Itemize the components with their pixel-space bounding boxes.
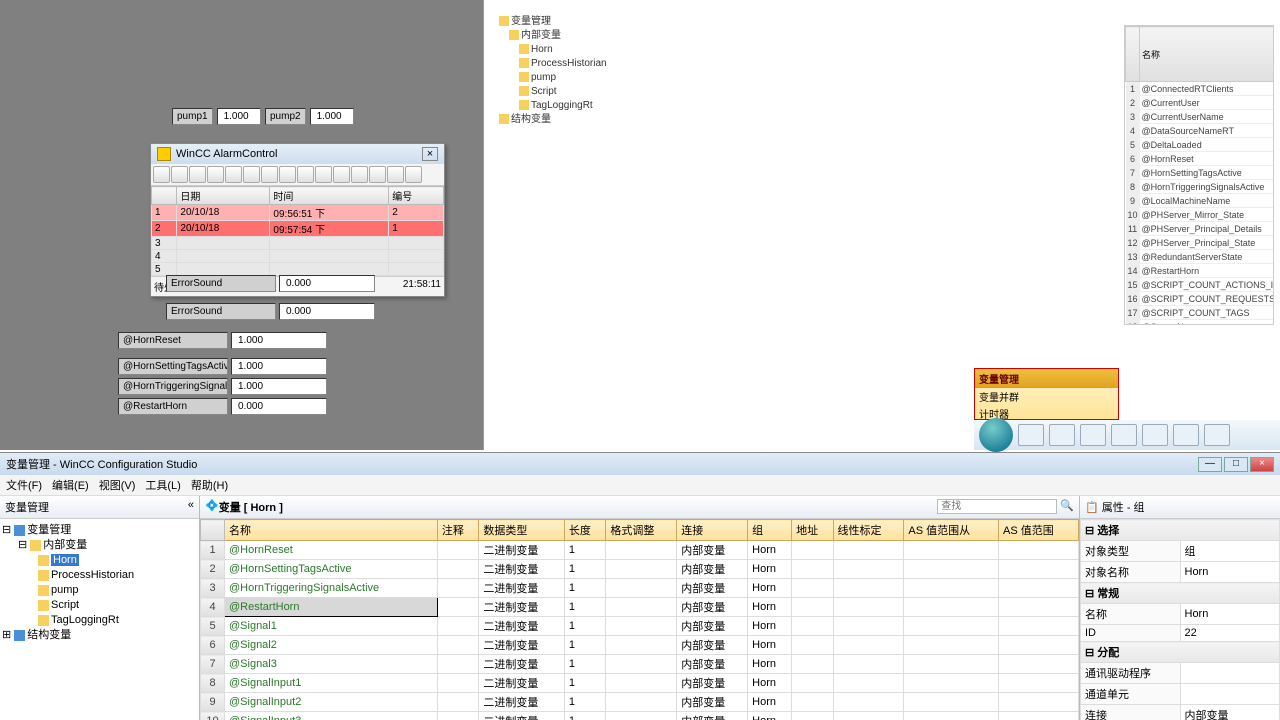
toolbar-button[interactable]: [333, 166, 350, 183]
tag-value[interactable]: 0.000: [279, 275, 375, 292]
tag-label: @HornSettingTagsActive: [118, 358, 228, 375]
tree-item[interactable]: Horn: [51, 554, 79, 566]
tree-item[interactable]: Script: [51, 599, 79, 611]
toolbar-button[interactable]: [297, 166, 314, 183]
start-button[interactable]: [979, 418, 1013, 452]
pump1-label: pump1: [172, 108, 213, 125]
alarm-control-window: WinCC AlarmControl × 日期时间编号 120/10/1809:…: [150, 143, 445, 297]
menu-item[interactable]: 视图(V): [99, 480, 136, 492]
pump2-value[interactable]: 1.000: [310, 108, 354, 125]
bottom-tree-pane[interactable]: 变量管理« ⊟ 变量管理 ⊟ 内部变量HornProcessHistorianp…: [0, 496, 200, 720]
tag-value[interactable]: 0.000: [231, 398, 327, 415]
toolbar-button[interactable]: [279, 166, 296, 183]
toolbar-button[interactable]: [387, 166, 404, 183]
tree-item[interactable]: ProcessHistorian: [51, 569, 134, 581]
tag-value[interactable]: 1.000: [231, 378, 327, 395]
toolbar-button[interactable]: [351, 166, 368, 183]
task-button[interactable]: [1204, 424, 1230, 446]
status-time: 21:58:11: [403, 279, 441, 294]
tag-value[interactable]: 1.000: [231, 332, 327, 349]
toolbar-button[interactable]: [171, 166, 188, 183]
properties-pane[interactable]: 📋 属性 - 组 ⊟ 选择对象类型组对象名称Horn⊟ 常规名称HornID22…: [1080, 496, 1280, 720]
task-button[interactable]: [1049, 424, 1075, 446]
tag-label: ErrorSound: [166, 275, 276, 292]
menu-item[interactable]: 编辑(E): [52, 480, 89, 492]
toolbar-button[interactable]: [243, 166, 260, 183]
tree-item[interactable]: TagLoggingRt: [51, 614, 119, 626]
task-button[interactable]: [1142, 424, 1168, 446]
config-studio-window: 变量管理 - WinCC Configuration Studio — □ × …: [0, 452, 1280, 720]
top-grid[interactable]: 名称注释数据类型长度格式调整连接组地址线性标定1@ConnectedRTClie…: [1124, 25, 1274, 325]
toolbar-button[interactable]: [189, 166, 206, 183]
pump2-label: pump2: [265, 108, 306, 125]
toolbar-button[interactable]: [369, 166, 386, 183]
task-button[interactable]: [1111, 424, 1137, 446]
tag-value[interactable]: 1.000: [231, 358, 327, 375]
alarm-close-button[interactable]: ×: [422, 147, 438, 161]
search-input[interactable]: [937, 499, 1057, 514]
bottom-grid-pane[interactable]: 💠 变量 [ Horn ] 🔍 名称注释数据类型长度格式调整连接组地址线性标定A…: [200, 496, 1080, 720]
tag-label: ErrorSound: [166, 303, 276, 320]
minimize-button[interactable]: —: [1198, 457, 1222, 472]
window-title: 变量管理 - WinCC Configuration Studio: [6, 456, 197, 472]
alarm-title: WinCC AlarmControl: [176, 148, 277, 160]
menu-item[interactable]: 文件(F): [6, 480, 42, 492]
tag-label: @HornTriggeringSignalsActi: [118, 378, 228, 395]
menubar[interactable]: 文件(F) 编辑(E) 视图(V) 工具(L) 帮助(H): [0, 475, 1280, 496]
tree-item[interactable]: pump: [51, 584, 79, 596]
task-button[interactable]: [1018, 424, 1044, 446]
accordion-box[interactable]: 变量管理 变量并群 计时器: [974, 368, 1119, 420]
toolbar-button[interactable]: [315, 166, 332, 183]
alarm-toolbar: [151, 164, 444, 186]
alarm-table[interactable]: 日期时间编号 120/10/1809:56:51 下2220/10/1809:5…: [151, 186, 444, 276]
close-button[interactable]: ×: [1250, 457, 1274, 472]
windows-taskbar[interactable]: [974, 420, 1280, 450]
toolbar-button[interactable]: [207, 166, 224, 183]
task-button[interactable]: [1173, 424, 1199, 446]
config-studio-top: 变量管理内部变量HornProcessHistorianpumpScriptTa…: [483, 0, 1280, 450]
top-tree[interactable]: 变量管理内部变量HornProcessHistorianpumpScriptTa…: [487, 15, 627, 365]
pump1-value[interactable]: 1.000: [217, 108, 261, 125]
tag-value[interactable]: 0.000: [279, 303, 375, 320]
tag-label: @HornReset: [118, 332, 228, 349]
task-button[interactable]: [1080, 424, 1106, 446]
toolbar-button[interactable]: [153, 166, 170, 183]
toolbar-button[interactable]: [225, 166, 242, 183]
toolbar-button[interactable]: [405, 166, 422, 183]
menu-item[interactable]: 工具(L): [145, 480, 180, 492]
tag-label: @RestartHorn: [118, 398, 228, 415]
alarm-icon: [157, 147, 171, 161]
menu-item[interactable]: 帮助(H): [191, 480, 228, 492]
maximize-button[interactable]: □: [1224, 457, 1248, 472]
toolbar-button[interactable]: [261, 166, 278, 183]
runtime-panel: pump1 1.000 pump2 1.000 WinCC AlarmContr…: [0, 0, 483, 450]
